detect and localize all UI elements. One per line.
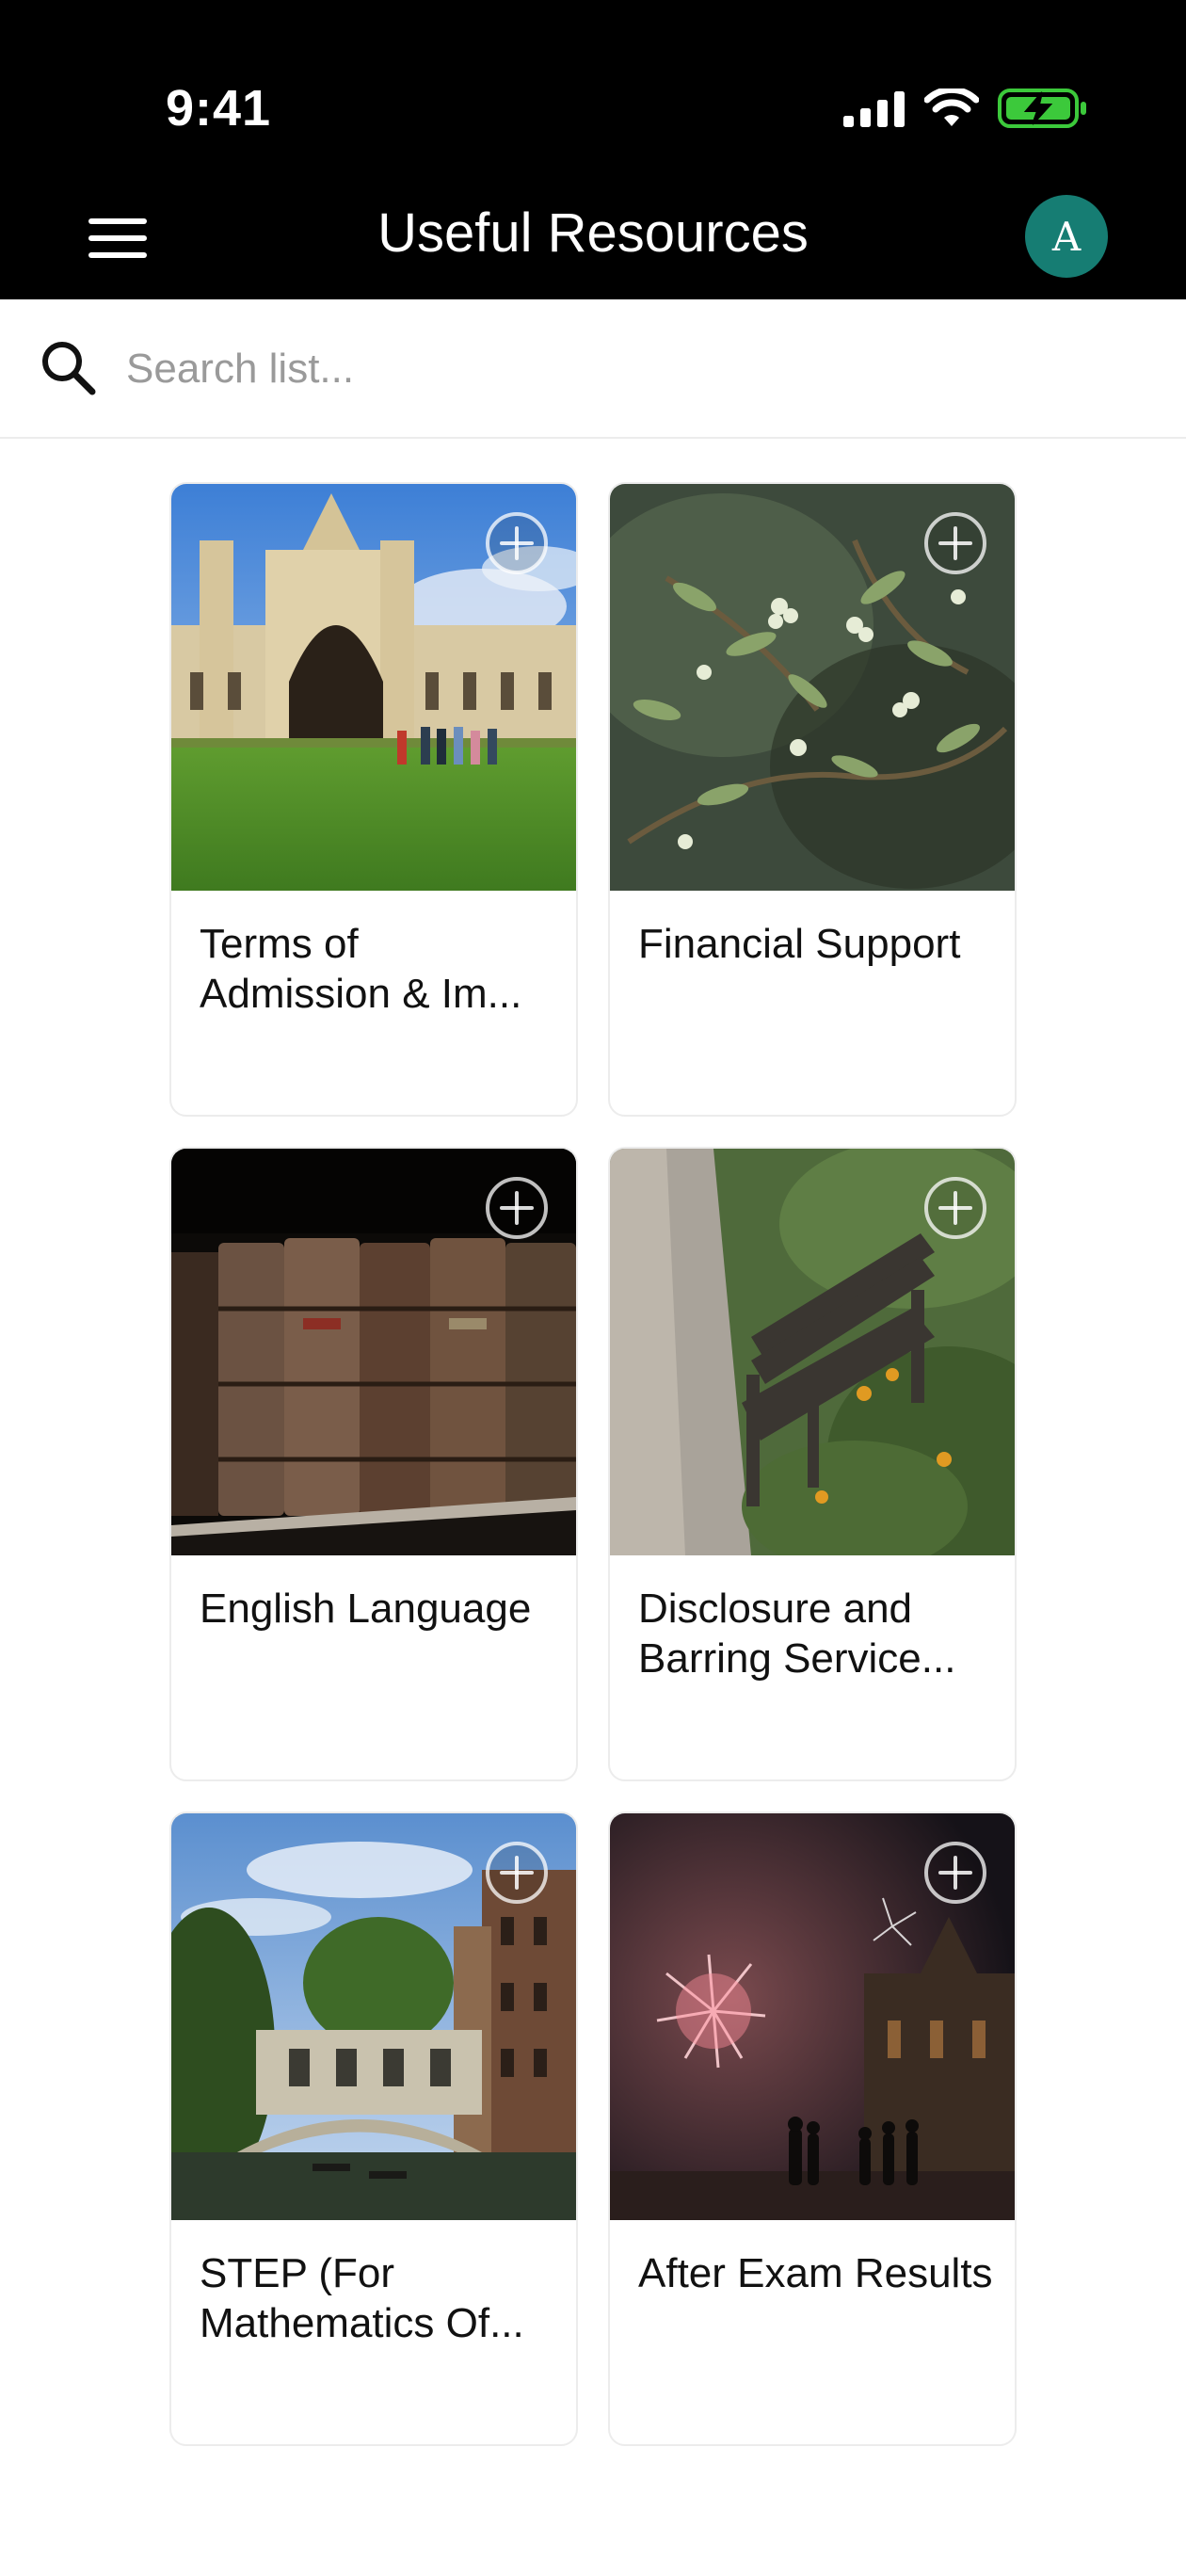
search-bar bbox=[0, 299, 1186, 439]
status-time: 9:41 bbox=[166, 80, 272, 137]
resource-card[interactable]: English Language bbox=[169, 1147, 578, 1781]
plus-circle-icon[interactable] bbox=[484, 1175, 550, 1241]
resource-card[interactable]: Disclosure and Barring Service... bbox=[608, 1147, 1017, 1781]
card-title: After Exam Results bbox=[638, 2250, 993, 2296]
plus-circle-icon[interactable] bbox=[484, 510, 550, 576]
plus-circle-icon[interactable] bbox=[922, 1175, 988, 1241]
resources-grid: Terms of Admission & Im... Financial Sup… bbox=[169, 482, 1017, 2446]
signal-icon bbox=[843, 91, 905, 127]
search-icon bbox=[42, 342, 96, 395]
resource-card[interactable]: After Exam Results bbox=[608, 1811, 1017, 2446]
resource-card[interactable]: STEP (For Mathematics Of... bbox=[169, 1811, 578, 2446]
card-title: Disclosure and Barring Service... bbox=[638, 1586, 956, 1682]
card-title: Financial Support bbox=[638, 921, 961, 967]
plus-circle-icon[interactable] bbox=[484, 1840, 550, 1906]
plus-circle-icon[interactable] bbox=[922, 510, 988, 576]
resource-card[interactable]: Terms of Admission & Im... bbox=[169, 482, 578, 1117]
resource-card[interactable]: Financial Support bbox=[608, 482, 1017, 1117]
card-title: STEP (For Mathematics Of... bbox=[200, 2250, 524, 2346]
card-title: English Language bbox=[200, 1586, 532, 1632]
top-bar: 9:41 Useful Resources A bbox=[0, 0, 1186, 299]
wifi-icon bbox=[924, 89, 979, 126]
search-input[interactable] bbox=[126, 341, 1143, 397]
status-icons bbox=[843, 85, 1088, 132]
plus-circle-icon[interactable] bbox=[922, 1840, 988, 1906]
avatar[interactable]: A bbox=[1025, 195, 1108, 278]
card-title: Terms of Admission & Im... bbox=[200, 921, 522, 1017]
battery-charging-icon bbox=[998, 89, 1086, 128]
page-title: Useful Resources bbox=[377, 202, 809, 264]
